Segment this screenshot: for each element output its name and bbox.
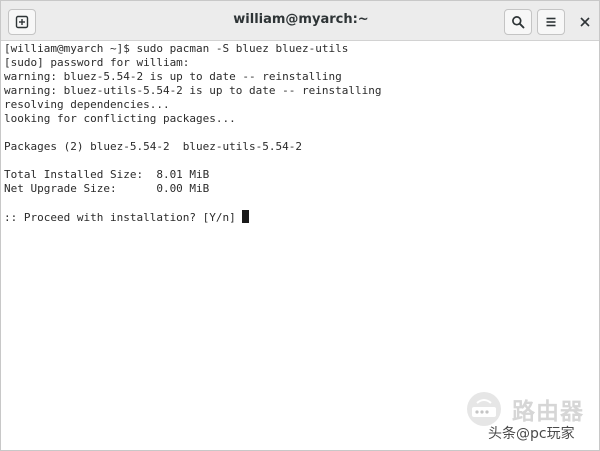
terminal-line-packages: Packages (2) bluez-5.54-2 bluez-utils-5.…: [4, 140, 303, 153]
hamburger-menu-icon: [546, 17, 556, 27]
terminal-line-command: [william@myarch ~]$ sudo pacman -S bluez…: [4, 42, 349, 55]
new-tab-button[interactable]: [8, 9, 36, 35]
watermark: 路由器 头条@pc玩家: [456, 384, 600, 451]
search-button[interactable]: [504, 9, 532, 35]
new-tab-icon: [15, 15, 29, 29]
window-title: william@myarch:~: [233, 12, 369, 27]
watermark-account: 头条@pc玩家: [488, 426, 575, 442]
terminal-line-resolving: resolving dependencies...: [4, 98, 170, 111]
terminal-window: william@myarch:~ [william@myarch ~]$ sud…: [0, 0, 600, 451]
text-cursor: [242, 210, 250, 223]
menu-button[interactable]: [537, 9, 565, 35]
terminal-line-sudo-prompt: [sudo] password for william:: [4, 56, 190, 69]
close-icon: [580, 17, 590, 27]
terminal-line-warning: warning: bluez-5.54-2 is up to date -- r…: [4, 70, 342, 83]
watermark-brand: 路由器: [512, 399, 584, 425]
terminal-line-conflicts: looking for conflicting packages...: [4, 112, 236, 125]
close-button[interactable]: [576, 13, 594, 31]
proceed-prompt-text: :: Proceed with installation? [Y/n]: [4, 211, 243, 224]
title-bar[interactable]: william@myarch:~: [1, 1, 599, 41]
terminal-line-warning: warning: bluez-utils-5.54-2 is up to dat…: [4, 84, 382, 97]
terminal-line-upgrade-size: Net Upgrade Size: 0.00 MiB: [4, 182, 210, 195]
terminal-line-installed-size: Total Installed Size: 8.01 MiB: [4, 168, 210, 181]
search-icon: [512, 16, 525, 29]
terminal-line-proceed-prompt[interactable]: :: Proceed with installation? [Y/n]: [4, 210, 599, 224]
